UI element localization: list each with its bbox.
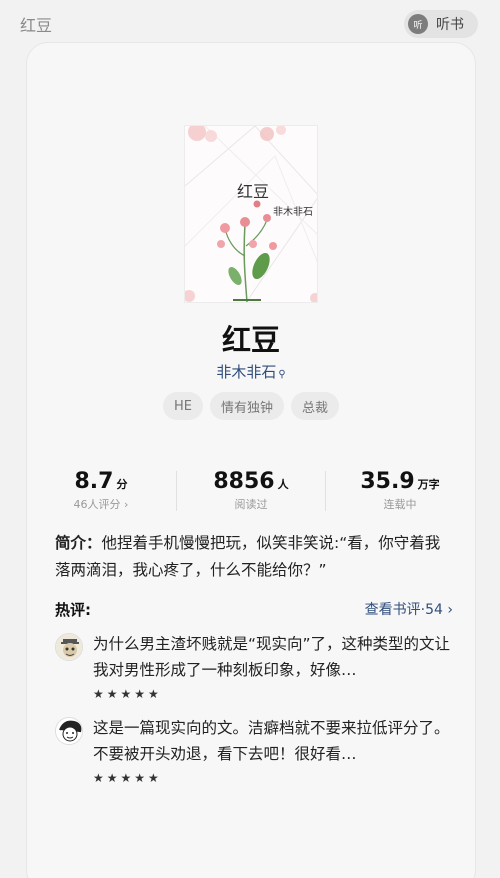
- cover-author: 非木非石: [273, 207, 313, 218]
- synopsis-text: 他捏着手机慢慢把玩，似笑非笑说:“看，你守着我落两滴泪，我心疼了，什么不能给你？…: [55, 534, 441, 579]
- readers-stat: 8856 人 阅读过: [177, 469, 325, 512]
- rating-unit: 分: [116, 478, 128, 491]
- review-text: 为什么男主渣坏贱就是“现实向”了，这种类型的文让我对男性形成了一种刻板印象，好像…: [93, 635, 451, 679]
- rating-count: 46人评分 ›: [73, 498, 129, 511]
- synopsis[interactable]: 简介：他捏着手机慢慢把玩，似笑非笑说:“看，你守着我落两滴泪，我心疼了，什么不能…: [55, 530, 455, 584]
- review-text: 这是一篇现实向的文。洁癖档就不要来拉低评分了。不要被开头劝退，看下去吧！很好看…: [93, 719, 450, 763]
- author-link[interactable]: 非木非石 ⚲: [27, 361, 475, 382]
- avatar: [55, 633, 83, 661]
- readers-label: 阅读过: [234, 498, 268, 511]
- rating-value: 8.7: [74, 469, 114, 494]
- avatar: [55, 717, 83, 745]
- avatar-image-icon: [56, 718, 82, 744]
- search-icon: ⚲: [278, 369, 286, 380]
- words-value: 35.9: [360, 469, 415, 494]
- review-stars: ★★★★★: [93, 771, 162, 785]
- readers-unit: 人: [277, 478, 289, 491]
- reviews-label: 热评:: [55, 601, 91, 619]
- tag-devotion[interactable]: 情有独钟: [209, 392, 284, 420]
- serial-status: 连载中: [383, 498, 417, 511]
- reviews-header: 热评: 查看书评·54 ›: [55, 599, 453, 623]
- book-detail-card: 红豆 非木非石 红豆 非木非石 ⚲ HE 情有独钟 总裁 8.7 分 46人评分 ›…: [26, 42, 476, 878]
- book-title: 红豆: [221, 323, 280, 357]
- listen-label: 听书: [436, 17, 464, 33]
- listen-icon: 听: [408, 14, 428, 34]
- review-stars: ★★★★★: [93, 687, 162, 701]
- tag-he[interactable]: HE: [162, 392, 203, 420]
- tag-list: HE 情有独钟 总裁: [27, 392, 475, 420]
- avatar-image-icon: [56, 634, 82, 660]
- synopsis-label: 简介：: [55, 534, 102, 552]
- words-stat: 35.9 万字 连载中: [326, 469, 474, 512]
- listen-button[interactable]: 听 听书: [404, 10, 478, 38]
- author-name[interactable]: 非木非石: [216, 363, 276, 381]
- book-cover[interactable]: 红豆 非木非石: [184, 125, 318, 303]
- top-bar: 红豆 听 听书: [0, 0, 500, 46]
- view-reviews-link[interactable]: 查看书评·54 ›: [365, 599, 453, 619]
- words-unit: 万字: [417, 478, 440, 491]
- cover-title: 红豆: [237, 182, 270, 201]
- page-title: 红豆: [20, 16, 53, 35]
- tag-ceo[interactable]: 总裁: [291, 392, 340, 420]
- rating-stat[interactable]: 8.7 分 46人评分 ›: [27, 469, 175, 512]
- stats-row: 8.7 分 46人评分 › 8856 人 阅读过 35.9 万字 连载中: [27, 469, 475, 519]
- readers-value: 8856: [213, 469, 275, 494]
